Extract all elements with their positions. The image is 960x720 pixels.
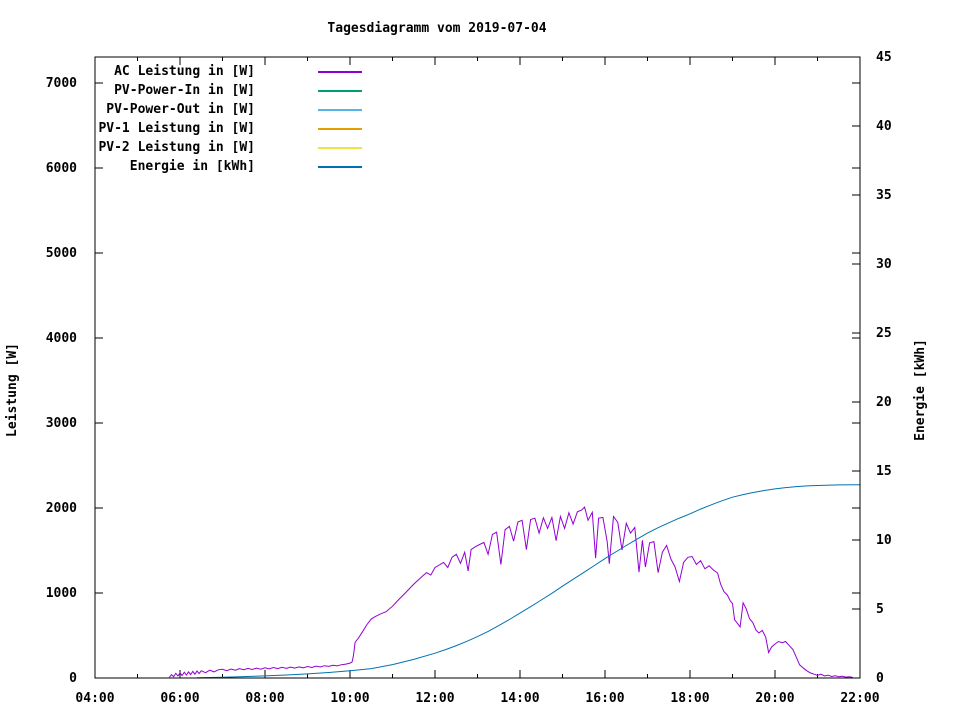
y-left-tick-label: 4000: [46, 331, 77, 346]
x-tick-label: 14:00: [500, 691, 539, 706]
chart-page: Tagesdiagramm vom 2019-07-04 Leistung [W…: [0, 0, 960, 720]
x-tick-label: 16:00: [585, 691, 624, 706]
axis-ticks: [94, 56, 861, 679]
y-left-tick-label: 1000: [46, 586, 77, 601]
x-tick-label: 18:00: [670, 691, 709, 706]
y-left-tick-label: 3000: [46, 416, 77, 431]
y-right-tick-label: 10: [876, 533, 892, 548]
y-right-tick-label: 35: [876, 188, 892, 203]
daily-diagram-chart: Tagesdiagramm vom 2019-07-04 Leistung [W…: [5, 21, 928, 706]
x-tick-label: 10:00: [330, 691, 369, 706]
chart-title: Tagesdiagramm vom 2019-07-04: [327, 21, 546, 36]
y-right-tick-label: 0: [876, 671, 884, 686]
y-right-tick-label: 20: [876, 395, 892, 410]
y-left-tick-label: 2000: [46, 501, 77, 516]
y-left-axis-label: Leistung [W]: [5, 343, 20, 437]
x-tick-label: 12:00: [415, 691, 454, 706]
y-right-tick-label: 25: [876, 326, 892, 341]
plot-border: [94, 56, 861, 679]
y-left-tick-label: 0: [69, 671, 77, 686]
y-left-tick-label: 6000: [46, 161, 77, 176]
y-right-tick-label: 40: [876, 119, 892, 134]
x-tick-label: 20:00: [755, 691, 794, 706]
y-right-axis-label: Energie [kWh]: [913, 339, 928, 441]
series-lines: [169, 484, 861, 679]
x-tick-label: 04:00: [75, 691, 114, 706]
x-tick-label: 08:00: [245, 691, 284, 706]
y-right-tick-label: 15: [876, 464, 892, 479]
y-right-tick-label: 30: [876, 257, 892, 272]
x-tick-label: 22:00: [840, 691, 879, 706]
series-line-ac-leistung-in-w: [169, 506, 853, 678]
y-right-tick-label: 45: [876, 50, 892, 65]
y-left-tick-label: 7000: [46, 76, 77, 91]
y-right-tick-label: 5: [876, 602, 884, 617]
axis-tick-labels: 04:00 06:00 08:00 10:00 12:00 14:00 16:00 18:00…: [46, 50, 892, 706]
series-line-energie-in-kwh: [196, 484, 861, 679]
y-left-tick-label: 5000: [46, 246, 77, 261]
x-tick-label: 06:00: [160, 691, 199, 706]
